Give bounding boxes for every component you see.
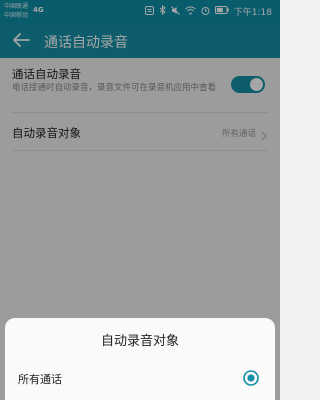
option-label: 所有通话 xyxy=(18,373,62,386)
dialog-option-all-calls[interactable]: 所有通话 xyxy=(5,364,275,394)
dialog-title: 自动录音对象 xyxy=(100,334,179,349)
radio-selected-icon[interactable] xyxy=(243,370,259,386)
record-target-dialog: 自动录音对象 所有通话 xyxy=(5,318,275,400)
